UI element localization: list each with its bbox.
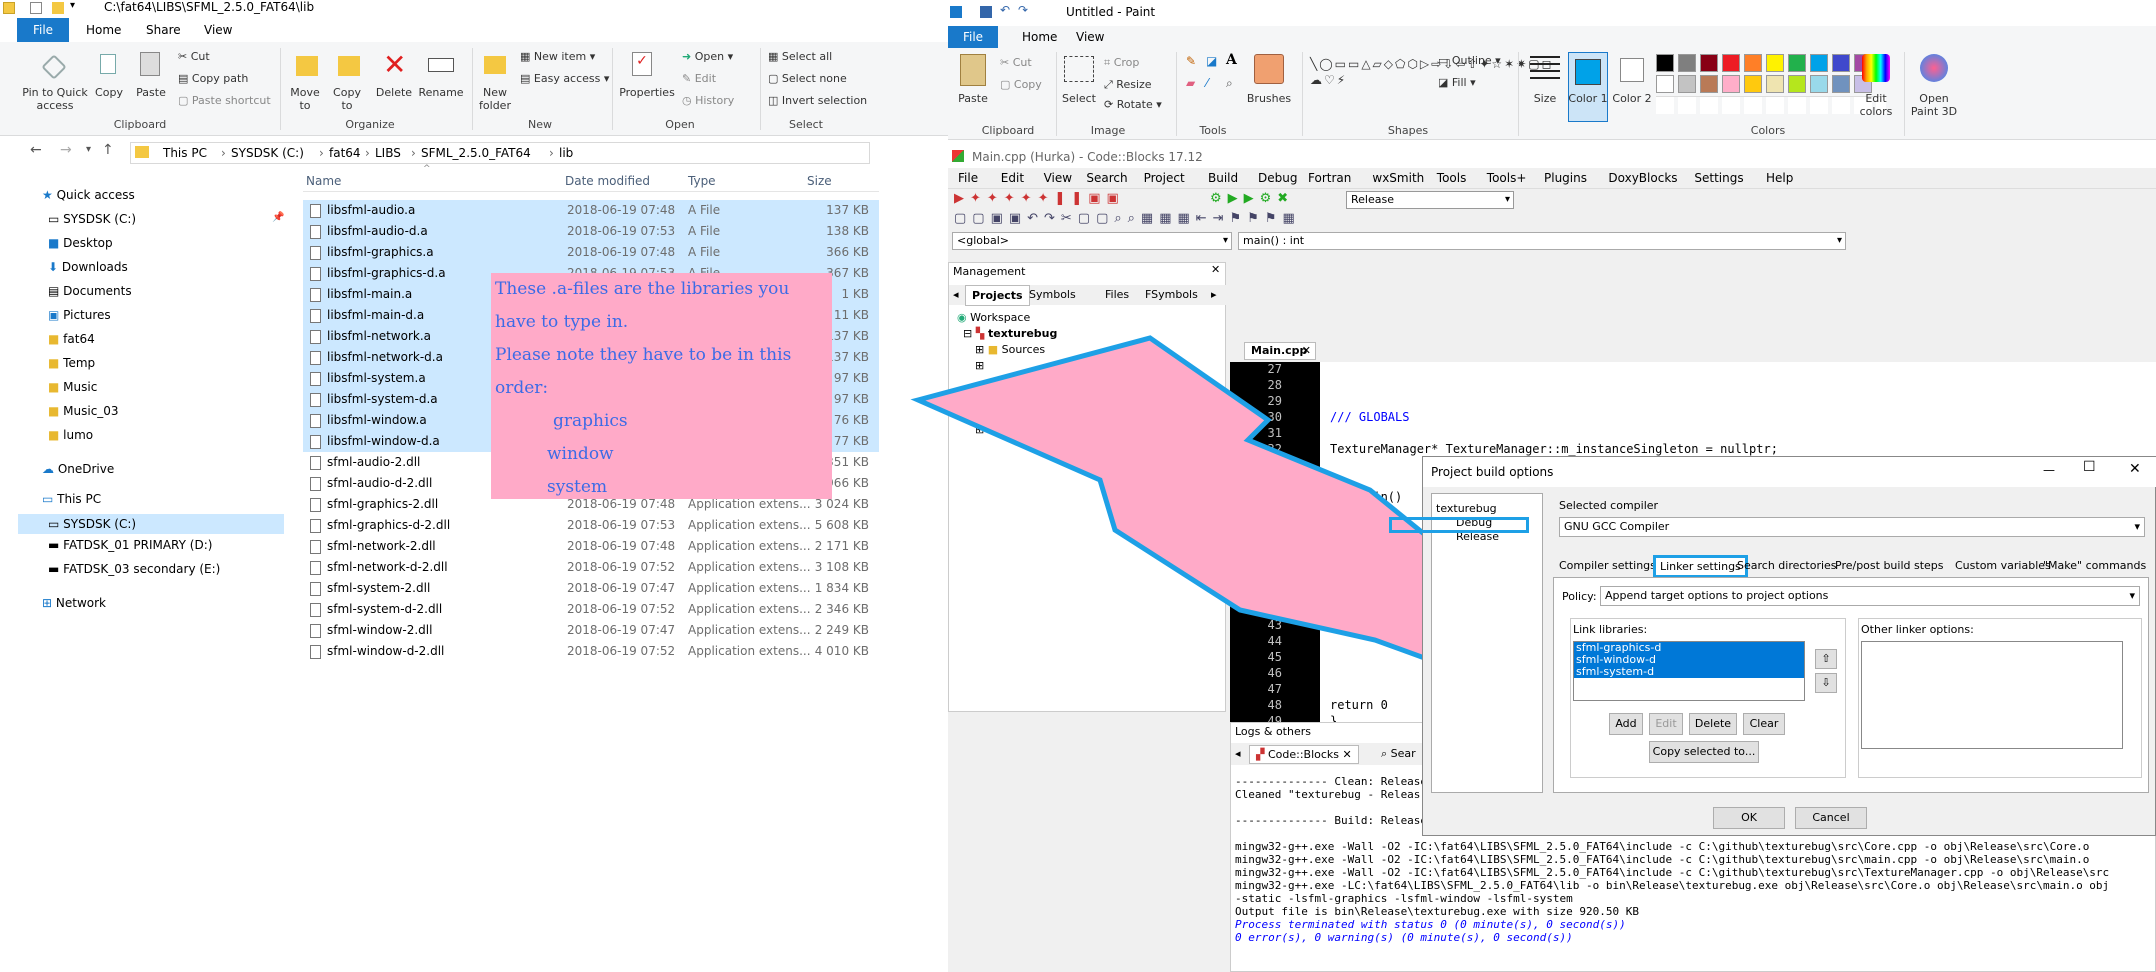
tab-pre-post-build[interactable]: Pre/post build steps [1835,559,1944,572]
add-button[interactable]: Add [1609,713,1643,735]
settings-tabs: Compiler settings Linker settings Search… [1555,553,2155,578]
target-tree: texturebug Debug Release [1431,493,1543,793]
close-icon[interactable]: ✕ [2129,461,2141,477]
link-libraries-label: Link libraries: [1573,623,1648,636]
linker-settings-panel: Policy: Append target options to project… [1553,577,2149,793]
dialog-title-bar: Project build options — ☐ ✕ [1423,457,2156,487]
build-options-dialog: Project build options — ☐ ✕ texturebug D… [1389,456,2156,836]
link-libraries-list[interactable]: sfml-graphics-d sfml-window-d sfml-syste… [1573,641,1805,701]
tab-linker-settings[interactable]: Linker settings [1653,555,1748,578]
policy-select[interactable]: Append target options to project options… [1600,586,2140,606]
minimize-icon[interactable]: — [2043,463,2055,477]
edit-button[interactable]: Edit [1649,713,1683,735]
chevron-down-icon: ▾ [2134,520,2140,533]
dialog-title: Project build options [1431,465,1554,479]
ok-button[interactable]: OK [1713,807,1785,829]
policy-label: Policy: [1562,590,1597,603]
compiler-value: GNU GCC Compiler [1564,520,1670,533]
selected-compiler-label: Selected compiler [1559,499,1659,512]
tab-make-commands[interactable]: "Make" commands [2043,559,2146,572]
other-linker-group: Other linker options: [1858,618,2142,778]
tab-compiler-settings[interactable]: Compiler settings [1559,559,1656,572]
tree-item-texturebug[interactable]: texturebug [1436,502,1497,515]
move-up-button[interactable]: ⇧ [1815,649,1837,669]
maximize-icon[interactable]: ☐ [2083,459,2096,475]
move-down-button[interactable]: ⇩ [1815,673,1837,693]
other-linker-label: Other linker options: [1861,623,1974,636]
cancel-button[interactable]: Cancel [1795,807,1867,829]
tab-search-directories[interactable]: Search directories [1737,559,1837,572]
tab-custom-variables[interactable]: Custom variables [1955,559,2051,572]
copy-selected-button[interactable]: Copy selected to... [1649,741,1759,763]
link-library-item[interactable]: sfml-system-d [1574,666,1804,678]
delete-button[interactable]: Delete [1689,713,1737,735]
compiler-select[interactable]: GNU GCC Compiler ▾ [1559,517,2145,537]
policy-value: Append target options to project options [1605,589,1829,602]
clear-button[interactable]: Clear [1743,713,1785,735]
chevron-down-icon: ▾ [2129,589,2135,602]
debug-highlight-box [1389,517,1529,533]
link-libraries-group: Link libraries: sfml-graphics-d sfml-win… [1570,618,1846,778]
other-linker-textarea[interactable] [1861,641,2123,749]
